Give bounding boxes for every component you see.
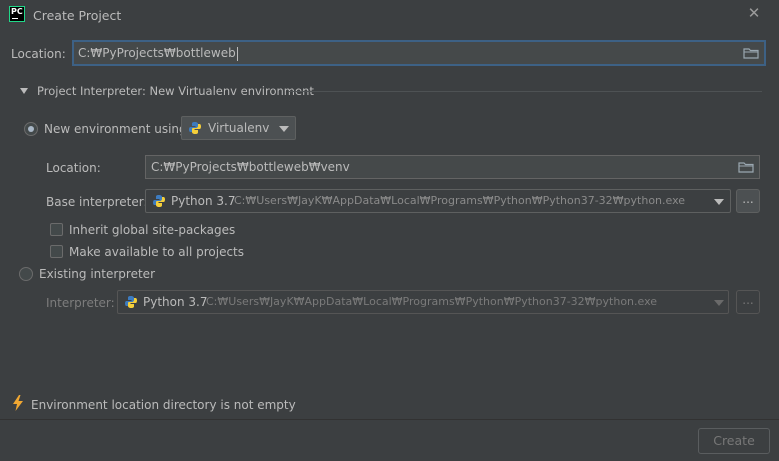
base-interpreter-select[interactable]: Python 3.7 C:₩Users₩JayK₩AppData₩Local₩P… [145, 189, 731, 213]
folder-icon[interactable] [738, 161, 754, 173]
close-icon[interactable]: ✕ [746, 5, 762, 21]
python-icon [153, 195, 165, 207]
location-value: C:₩PyProjects₩bottleweb [78, 46, 236, 60]
location-label: Location: [11, 47, 66, 61]
create-button[interactable]: Create [698, 428, 770, 454]
existing-interpreter-radio[interactable] [19, 267, 33, 281]
existing-interpreter-select[interactable]: Python 3.7 C:₩Users₩JayK₩AppData₩Local₩P… [117, 290, 729, 314]
make-available-checkbox[interactable] [50, 245, 63, 258]
section-divider [288, 91, 762, 92]
folder-icon[interactable] [743, 47, 759, 59]
base-interpreter-path: C:₩Users₩JayK₩AppData₩Local₩Programs₩Pyt… [234, 194, 686, 207]
collapse-triangle-icon[interactable] [20, 88, 28, 94]
location-label-text: Location: [11, 47, 66, 61]
warning-message: Environment location directory is not em… [31, 398, 296, 412]
app-icon-text: PC [11, 7, 23, 16]
pycharm-app-icon: PC [9, 6, 25, 22]
chevron-down-icon [714, 199, 724, 205]
section-title[interactable]: Project Interpreter: New Virtualenv envi… [37, 84, 314, 98]
lightning-icon [13, 395, 23, 411]
new-environment-label[interactable]: New environment using [44, 122, 187, 136]
inherit-site-packages-checkbox[interactable] [50, 223, 63, 236]
venv-location-label: Location: [46, 161, 101, 175]
interpreter-label: Interpreter: [46, 296, 115, 310]
environment-tool-select[interactable]: Virtualenv [181, 116, 296, 140]
environment-tool-value: Virtualenv [208, 121, 270, 135]
existing-interpreter-label[interactable]: Existing interpreter [39, 267, 155, 281]
browse-base-interpreter-button[interactable]: ... [736, 189, 760, 213]
location-input[interactable]: C:₩PyProjects₩bottleweb [72, 40, 766, 66]
base-interpreter-name: Python 3.7 [171, 194, 236, 208]
chevron-down-icon [714, 300, 724, 306]
browse-existing-interpreter-button[interactable]: ... [736, 290, 760, 314]
chevron-down-icon [279, 126, 289, 132]
footer-divider [0, 419, 779, 420]
virtualenv-icon [189, 122, 201, 134]
venv-location-input[interactable]: C:₩PyProjects₩bottleweb₩venv [145, 155, 760, 179]
make-available-label[interactable]: Make available to all projects [69, 245, 244, 259]
base-interpreter-label: Base interpreter: [46, 195, 148, 209]
inherit-site-packages-label[interactable]: Inherit global site-packages [69, 223, 235, 237]
python-icon [125, 296, 137, 308]
venv-location-value: C:₩PyProjects₩bottleweb₩venv [151, 160, 350, 174]
existing-interpreter-path: C:₩Users₩JayK₩AppData₩Local₩Programs₩Pyt… [206, 295, 658, 308]
existing-interpreter-name: Python 3.7 [143, 295, 208, 309]
window-title: Create Project [33, 8, 122, 23]
new-environment-radio[interactable] [24, 122, 38, 136]
